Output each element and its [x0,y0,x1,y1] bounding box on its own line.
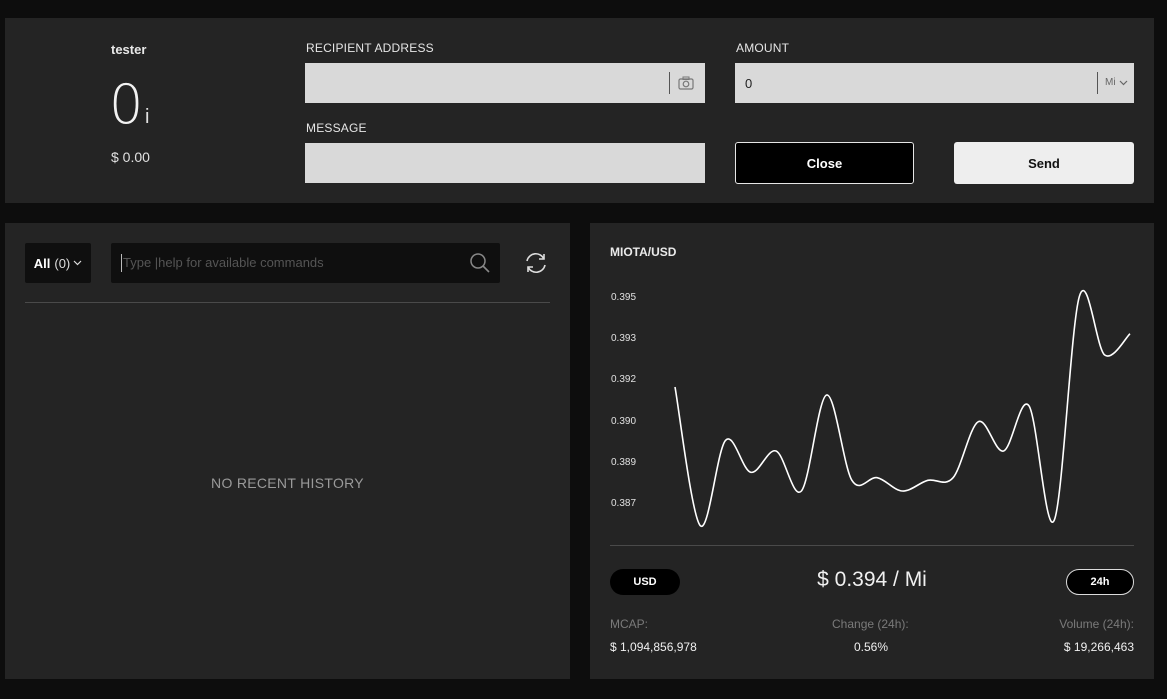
balance-fiat: $ 0.00 [111,149,150,165]
refresh-icon[interactable] [523,250,549,276]
search-icon[interactable] [469,252,491,274]
camera-icon[interactable] [678,76,694,90]
send-button[interactable]: Send [954,142,1134,184]
close-button[interactable]: Close [735,142,914,184]
amount-input[interactable] [735,63,1134,103]
history-filter-dropdown[interactable]: All (0) [25,243,91,283]
balance-amount: 0 [109,73,144,136]
recipient-label: RECIPIENT ADDRESS [306,41,434,55]
command-placeholder: Type |help for available commands [123,255,324,270]
recipient-divider [669,72,670,94]
empty-history-message: NO RECENT HISTORY [211,475,364,491]
account-name: tester [111,42,147,57]
amount-divider [1097,72,1098,94]
history-divider [25,302,550,303]
message-input[interactable] [305,143,705,183]
change-value: 0.56% [854,640,889,654]
balance-unit: i [145,106,150,128]
mcap-label: MCAP: [610,617,649,631]
timeframe-button[interactable]: 24h [1066,569,1134,595]
market-panel: MIOTA/USD 0.395 0.393 0.392 0.390 0.389 … [590,223,1154,679]
volume-value: $ 19,266,463 [1063,640,1134,654]
unit-selector[interactable]: Mi [1105,77,1128,88]
mcap-value: $ 1,094,856,978 [610,640,697,654]
filter-count: (0) [54,255,71,271]
recipient-address-input[interactable] [305,63,705,103]
text-caret [121,254,122,272]
history-panel: All (0) Type |help for available command… [5,223,570,679]
amount-label: AMOUNT [736,41,790,55]
volume-label: Volume (24h): [1059,617,1134,631]
price-series-line [674,290,1131,527]
chevron-down-icon [73,260,82,266]
chevron-down-icon [1119,80,1127,85]
message-label: MESSAGE [306,121,367,135]
unit-label: Mi [1105,77,1116,88]
change-label: Change (24h): [832,617,909,631]
filter-label: All [33,255,51,271]
chart-divider [610,545,1134,546]
command-input[interactable]: Type |help for available commands [111,243,500,283]
send-panel: tester 0 i $ 0.00 RECIPIENT ADDRESS MESS… [5,18,1154,203]
price-line-chart [674,290,1131,527]
